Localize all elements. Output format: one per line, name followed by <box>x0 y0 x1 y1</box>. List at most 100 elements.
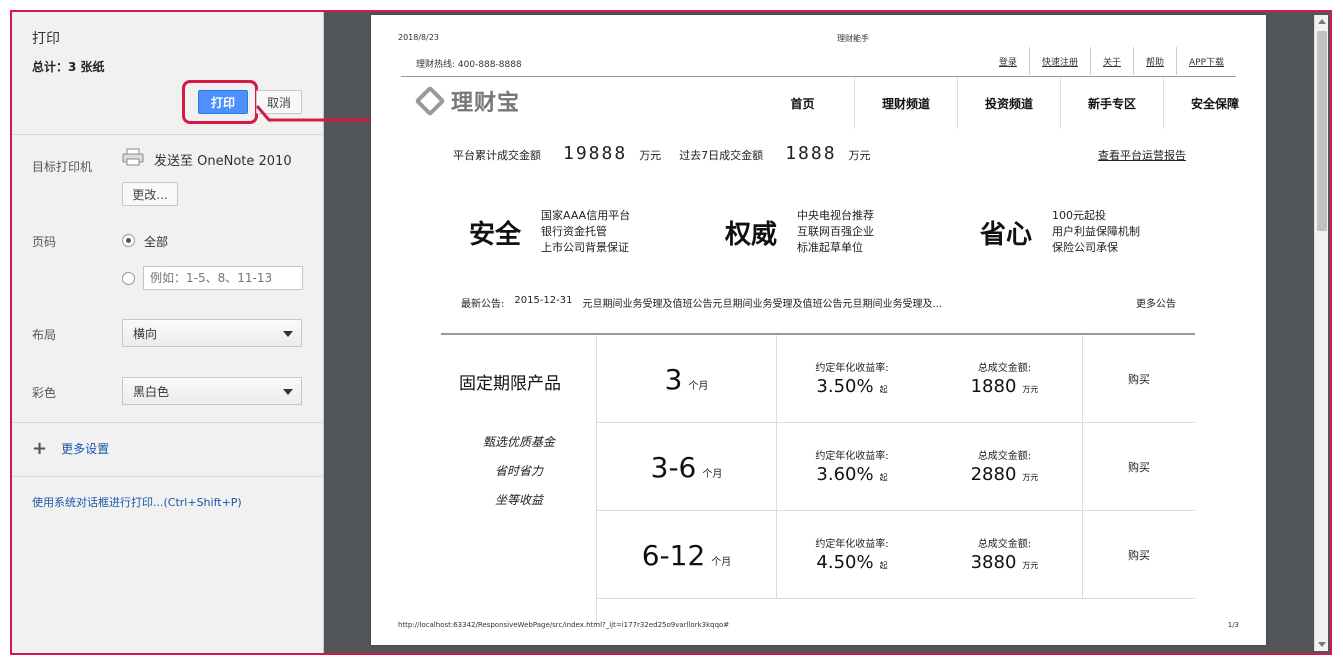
chevron-down-icon <box>283 389 293 395</box>
week-volume-label: 过去7日成交金额 <box>679 149 764 162</box>
print-dialog-frame: 打印 总计：3 张纸 打印 取消 目标打印机 发送至 OneNote 2010 … <box>10 10 1332 655</box>
amount-label: 总成交金额: <box>977 539 1032 550</box>
buy-link: 购买 <box>1128 373 1150 386</box>
page-header-title: 理财能手 <box>837 34 869 43</box>
main-nav: 首页 理财频道 投资频道 新手专区 安全保障 <box>751 77 1266 129</box>
rate-suffix: 起 <box>879 473 888 482</box>
more-settings-link[interactable]: + 更多设置 <box>32 437 109 459</box>
page-footer-url: http://localhost:63342/ResponsiveWebPage… <box>398 621 730 629</box>
print-preview-page: 2018/8/23 理财能手 理财热线: 400-888-8888 登录 快速注… <box>371 15 1266 645</box>
scroll-up-icon[interactable] <box>1318 19 1326 24</box>
nav-item-invest: 投资频道 <box>957 77 1060 129</box>
product-slogan: 坐等收益 <box>494 493 543 507</box>
product-rate: 约定年化收益率: 3.60% 起 <box>777 423 927 511</box>
product-rate: 约定年化收益率: 3.50% 起 <box>777 335 927 423</box>
feature-line: 用户利益保障机制 <box>1052 225 1141 238</box>
product-row: 3 个月 约定年化收益率: 3.50% 起 总成交金额: 1880 万元 购买 <box>597 335 1195 423</box>
amount-value: 3880 <box>970 552 1017 573</box>
amount-unit: 万元 <box>1022 385 1039 394</box>
product-slogan: 省时省力 <box>494 464 543 478</box>
preview-scrollbar[interactable] <box>1314 15 1328 651</box>
product-amount: 总成交金额: 2880 万元 <box>927 423 1083 511</box>
layout-label: 布局 <box>32 328 57 342</box>
notice-label: 最新公告: <box>461 299 505 310</box>
scroll-thumb[interactable] <box>1317 31 1327 231</box>
site-logo: 理财宝 <box>414 85 521 117</box>
total-volume-label: 平台累计成交金额 <box>453 149 541 162</box>
fixed-term-products: 固定期限产品 甄选优质基金 省时省力 坐等收益 3 个月 约定年化收益率: 3.… <box>441 333 1195 625</box>
feature-line: 互联网百强企业 <box>797 225 875 238</box>
link-about: 关于 <box>1089 47 1133 75</box>
term-unit: 个月 <box>711 556 732 568</box>
destination-label: 目标打印机 <box>32 160 93 174</box>
pages-all-radio[interactable] <box>122 234 135 247</box>
product-amount: 总成交金额: 3880 万元 <box>927 511 1083 599</box>
link-login: 登录 <box>998 57 1017 68</box>
logo-text: 理财宝 <box>451 91 521 116</box>
color-select[interactable]: 黑白色 <box>122 377 302 405</box>
amount-label: 总成交金额: <box>977 363 1032 374</box>
nav-item-newbie: 新手专区 <box>1060 77 1163 129</box>
term-value: 3 <box>664 362 683 396</box>
product-rate: 约定年化收益率: 4.50% 起 <box>777 511 927 599</box>
product-name: 固定期限产品 <box>459 374 561 394</box>
logo-diamond-icon <box>414 85 446 117</box>
feature-line: 国家AAA信用平台 <box>541 209 631 222</box>
report-link: 查看平台运营报告 <box>1098 149 1186 162</box>
color-label: 彩色 <box>32 386 57 400</box>
buy-link: 购买 <box>1128 549 1150 562</box>
plus-icon: + <box>32 437 48 459</box>
rate-value: 3.60% <box>816 464 874 485</box>
latest-notice: 最新公告: 2015-12-31 元旦期间业务受理及值班公告元旦期间业务受理及值… <box>461 295 952 310</box>
term-unit: 个月 <box>688 380 709 392</box>
amount-value: 2880 <box>970 464 1017 485</box>
pages-label: 页码 <box>32 235 57 249</box>
rate-suffix: 起 <box>879 385 888 394</box>
total-volume-value: 19888 <box>563 143 628 164</box>
feature-line: 中央电视台推荐 <box>797 209 875 222</box>
system-dialog-link[interactable]: 使用系统对话框进行打印...(Ctrl+Shift+P) <box>32 494 242 510</box>
term-value: 6-12 <box>641 538 706 572</box>
feature-easy: 省心 100元起投 用户利益保障机制 保险公司承保 <box>980 208 1140 256</box>
amount-label: 总成交金额: <box>977 451 1032 462</box>
product-slogan: 甄选优质基金 <box>482 435 555 449</box>
product-term: 6-12 个月 <box>597 511 777 599</box>
pages-all-label: 全部 <box>144 235 169 249</box>
rate-value: 3.50% <box>816 376 874 397</box>
change-printer-button[interactable]: 更改... <box>122 182 178 206</box>
chevron-down-icon <box>283 331 293 337</box>
printer-icon <box>122 148 144 166</box>
page-footer-number: 1/3 <box>1227 621 1239 629</box>
layout-select[interactable]: 横向 <box>122 319 302 347</box>
hotline: 理财热线: 400-888-8888 <box>416 60 522 70</box>
term-unit: 个月 <box>702 468 723 480</box>
term-value: 3-6 <box>650 450 697 484</box>
nav-item-home: 首页 <box>790 96 815 111</box>
print-button[interactable]: 打印 <box>198 90 248 114</box>
feature-line: 100元起投 <box>1052 209 1107 222</box>
notice-date: 2015-12-31 <box>514 295 573 306</box>
divider <box>12 422 323 423</box>
rate-label: 约定年化收益率: <box>815 539 889 550</box>
color-value: 黑白色 <box>133 384 170 399</box>
feature-title: 权威 <box>725 219 778 250</box>
link-help: 帮助 <box>1132 47 1176 75</box>
divider <box>12 476 323 477</box>
feature-safe: 安全 国家AAA信用平台 银行资金托管 上市公司背景保证 <box>469 208 630 256</box>
page-range-input[interactable] <box>143 266 303 290</box>
scroll-down-icon[interactable] <box>1318 642 1326 647</box>
more-notices: 更多公告 <box>1136 299 1176 310</box>
rate-suffix: 起 <box>879 561 888 570</box>
product-row: 3-6 个月 约定年化收益率: 3.60% 起 总成交金额: 2880 万元 购买 <box>597 423 1195 511</box>
pages-custom-radio[interactable] <box>122 272 135 285</box>
sheet-total: 总计：3 张纸 <box>32 60 105 74</box>
feature-line: 标准起草单位 <box>797 241 864 254</box>
link-register: 快速注册 <box>1028 47 1090 75</box>
notice-text: 元旦期间业务受理及值班公告元旦期间业务受理及值班公告元旦期间业务受理及... <box>582 299 943 310</box>
amount-value: 1880 <box>970 376 1017 397</box>
nav-item-finance: 理财频道 <box>854 77 957 129</box>
product-intro: 固定期限产品 甄选优质基金 省时省力 坐等收益 <box>441 335 597 625</box>
feature-line: 上市公司背景保证 <box>541 241 630 254</box>
panel-title: 打印 <box>32 31 60 47</box>
feature-authority: 权威 中央电视台推荐 互联网百强企业 标准起草单位 <box>725 208 874 256</box>
